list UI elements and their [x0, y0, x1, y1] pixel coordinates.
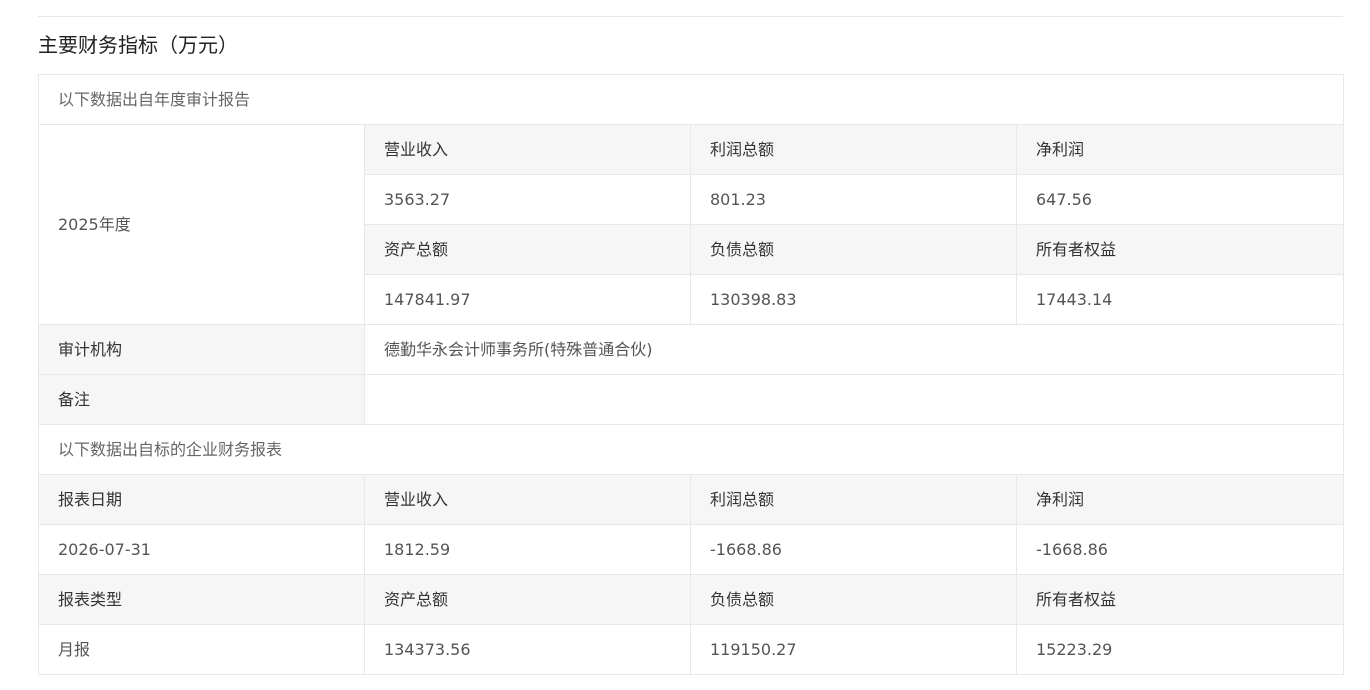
value-total-profit: -1668.86	[690, 524, 1017, 575]
remark-label: 备注	[38, 374, 365, 425]
top-divider	[38, 16, 1343, 17]
audit-year-label: 2025年度	[38, 124, 365, 325]
company-value-row-2: 月报 134373.56 119150.27 15223.29	[38, 624, 1345, 675]
value-revenue: 3563.27	[364, 174, 691, 225]
company-header-row-2: 报表类型 资产总额 负债总额 所有者权益	[38, 574, 1345, 625]
company-header-row-1: 报表日期 营业收入 利润总额 净利润	[38, 474, 1345, 525]
audit-source-row: 以下数据出自年度审计报告	[37, 74, 1345, 125]
value-total-profit: 801.23	[690, 174, 1017, 225]
audit-header-row-1: 2025年度 营业收入 利润总额 净利润	[38, 124, 1345, 325]
section-title: 主要财务指标（万元）	[38, 33, 238, 57]
header-total-profit: 利润总额	[690, 474, 1017, 525]
header-total-assets: 资产总额	[364, 574, 691, 625]
value-total-assets: 134373.56	[364, 624, 691, 675]
value-total-assets: 147841.97	[364, 274, 691, 325]
company-source-note: 以下数据出自标的企业财务报表	[37, 424, 1345, 475]
value-net-profit: -1668.86	[1015, 524, 1345, 575]
header-revenue: 营业收入	[364, 474, 691, 525]
auditor-label: 审计机构	[38, 324, 365, 375]
value-owners-equity: 15223.29	[1015, 624, 1345, 675]
header-total-assets: 资产总额	[364, 224, 691, 275]
header-net-profit: 净利润	[1015, 124, 1345, 175]
report-type-label: 报表类型	[38, 574, 365, 625]
report-type-value: 月报	[38, 624, 365, 675]
auditor-value: 德勤华永会计师事务所(特殊普通合伙)	[363, 324, 1345, 375]
financial-indicators-table: 以下数据出自年度审计报告 2025年度 营业收入 利润总额 净利润 3563.2…	[37, 74, 1345, 675]
company-value-row-1: 2026-07-31 1812.59 -1668.86 -1668.86	[38, 524, 1345, 575]
value-total-liabilities: 130398.83	[690, 274, 1017, 325]
auditor-row: 审计机构 德勤华永会计师事务所(特殊普通合伙)	[38, 324, 1345, 375]
header-total-liabilities: 负债总额	[690, 574, 1017, 625]
header-revenue: 营业收入	[364, 124, 691, 175]
value-revenue: 1812.59	[364, 524, 691, 575]
value-owners-equity: 17443.14	[1015, 274, 1345, 325]
remark-value	[363, 374, 1345, 425]
header-owners-equity: 所有者权益	[1015, 224, 1345, 275]
value-net-profit: 647.56	[1015, 174, 1345, 225]
header-owners-equity: 所有者权益	[1015, 574, 1345, 625]
company-source-row: 以下数据出自标的企业财务报表	[37, 424, 1345, 475]
remark-row: 备注	[38, 374, 1345, 425]
report-date-label: 报表日期	[38, 474, 365, 525]
header-net-profit: 净利润	[1015, 474, 1345, 525]
header-total-profit: 利润总额	[690, 124, 1017, 175]
report-date-value: 2026-07-31	[38, 524, 365, 575]
audit-source-note: 以下数据出自年度审计报告	[37, 74, 1345, 125]
value-total-liabilities: 119150.27	[690, 624, 1017, 675]
header-total-liabilities: 负债总额	[690, 224, 1017, 275]
